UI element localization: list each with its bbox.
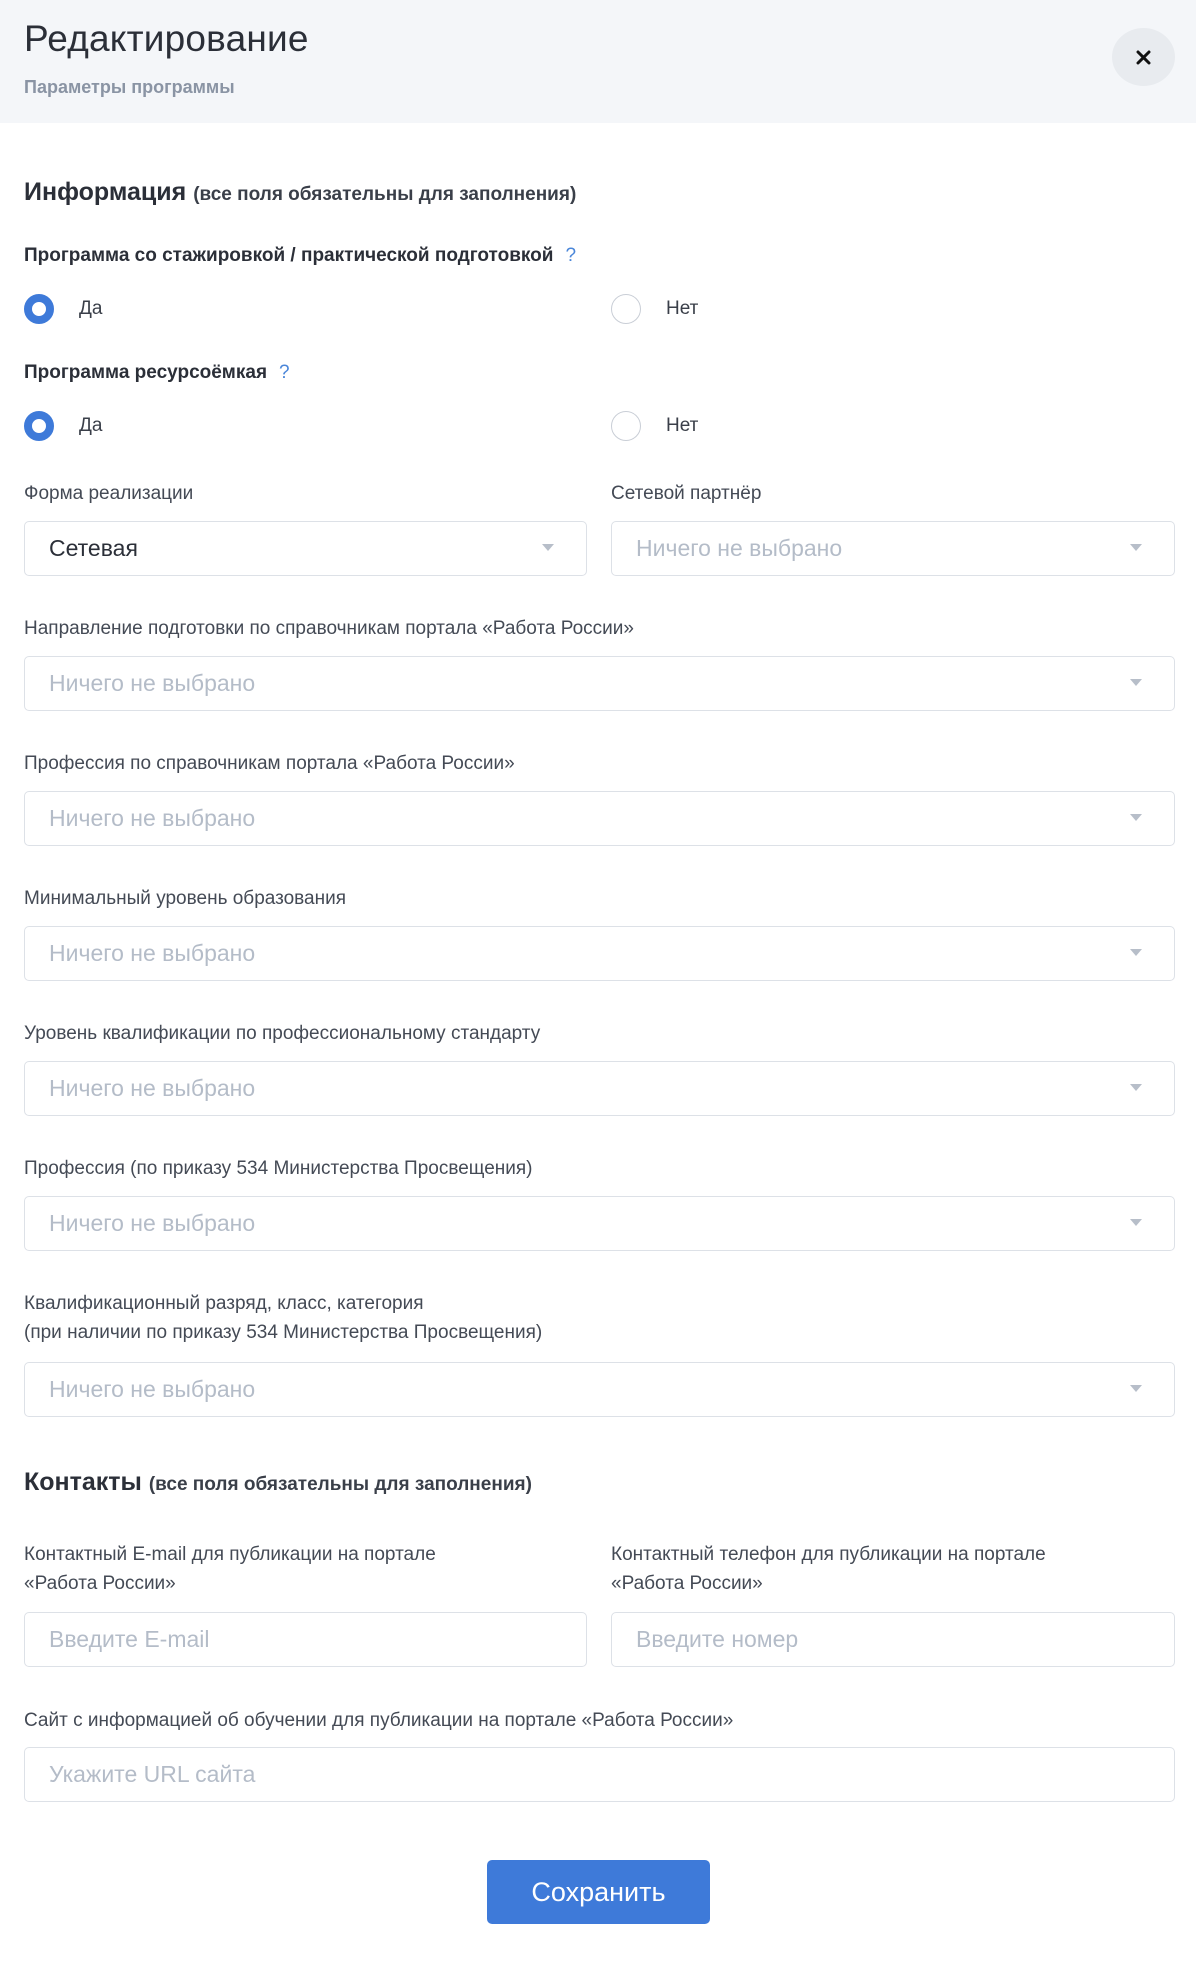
email-label-line1: Контактный E-mail для публикации на порт… bbox=[24, 1544, 436, 1565]
info-section-title: Информация (все поля обязательны для зап… bbox=[24, 178, 576, 207]
site-url-field-placeholder: Укажите URL сайта bbox=[49, 1761, 256, 1787]
form-select-value: Сетевая bbox=[49, 535, 138, 561]
chevron-down-icon bbox=[1130, 814, 1142, 821]
radio-unchecked-icon bbox=[611, 294, 641, 324]
modal-header: Редактирование Параметры программы bbox=[0, 0, 1196, 123]
partner-select[interactable]: Ничего не выбрано bbox=[611, 521, 1175, 576]
phone-label: Контактный телефон для публикации на пор… bbox=[611, 1540, 1046, 1598]
profession-label: Профессия по справочникам портала «Работ… bbox=[24, 753, 515, 774]
email-label-line2: «Работа России» bbox=[24, 1573, 176, 1594]
resource-radio-no[interactable]: Нет bbox=[611, 411, 698, 441]
phone-label-line1: Контактный телефон для публикации на пор… bbox=[611, 1544, 1046, 1565]
modal-title: Редактирование bbox=[24, 18, 309, 59]
site-url-field[interactable]: Укажите URL сайта bbox=[24, 1747, 1175, 1802]
internship-question: Программа со стажировкой / практической … bbox=[24, 245, 576, 267]
internship-question-label: Программа со стажировкой / практической … bbox=[24, 245, 554, 266]
contacts-section-heading: Контакты bbox=[24, 1468, 142, 1496]
grade-select-placeholder: Ничего не выбрано bbox=[49, 1376, 256, 1402]
qualification-select[interactable]: Ничего не выбрано bbox=[24, 1061, 1175, 1116]
chevron-down-icon bbox=[1130, 1385, 1142, 1392]
radio-checked-icon bbox=[24, 294, 54, 324]
direction-select[interactable]: Ничего не выбрано bbox=[24, 656, 1175, 711]
qualification-select-placeholder: Ничего не выбрано bbox=[49, 1075, 256, 1101]
phone-field-placeholder: Введите номер bbox=[636, 1626, 799, 1652]
phone-label-line2: «Работа России» bbox=[611, 1573, 763, 1594]
internship-radio-no[interactable]: Нет bbox=[611, 294, 698, 324]
profession-select-placeholder: Ничего не выбрано bbox=[49, 805, 256, 831]
profession-select[interactable]: Ничего не выбрано bbox=[24, 791, 1175, 846]
partner-select-placeholder: Ничего не выбрано bbox=[636, 535, 843, 561]
profession534-select-placeholder: Ничего не выбрано bbox=[49, 1210, 256, 1236]
chevron-down-icon bbox=[1130, 1219, 1142, 1226]
info-section-note: (все поля обязательны для заполнения) bbox=[193, 184, 577, 205]
resource-radio-yes-label: Да bbox=[79, 415, 103, 436]
grade-label-line2: (при наличии по приказу 534 Министерства… bbox=[24, 1322, 543, 1343]
education-select[interactable]: Ничего не выбрано bbox=[24, 926, 1175, 981]
internship-radio-yes[interactable]: Да bbox=[24, 294, 102, 324]
email-field[interactable]: Введите E-mail bbox=[24, 1612, 587, 1667]
phone-field[interactable]: Введите номер bbox=[611, 1612, 1175, 1667]
direction-label: Направление подготовки по справочникам п… bbox=[24, 618, 634, 639]
grade-label-line1: Квалификационный разряд, класс, категори… bbox=[24, 1293, 424, 1314]
grade-label: Квалификационный разряд, класс, категори… bbox=[24, 1289, 542, 1347]
profession534-select[interactable]: Ничего не выбрано bbox=[24, 1196, 1175, 1251]
form-label: Форма реализации bbox=[24, 483, 194, 504]
partner-label: Сетевой партнёр bbox=[611, 483, 762, 504]
chevron-down-icon bbox=[542, 544, 554, 551]
internship-help-icon[interactable]: ? bbox=[565, 245, 576, 266]
site-label: Сайт с информацией об обучении для публи… bbox=[24, 1710, 734, 1731]
profession534-label: Профессия (по приказу 534 Министерства П… bbox=[24, 1158, 533, 1179]
resource-help-icon[interactable]: ? bbox=[279, 362, 290, 383]
close-icon bbox=[1136, 50, 1151, 64]
chevron-down-icon bbox=[1130, 1084, 1142, 1091]
radio-checked-icon bbox=[24, 411, 54, 441]
radio-unchecked-icon bbox=[611, 411, 641, 441]
resource-question: Программа ресурсоёмкая? bbox=[24, 362, 290, 384]
email-label: Контактный E-mail для публикации на порт… bbox=[24, 1540, 436, 1598]
resource-question-label: Программа ресурсоёмкая bbox=[24, 362, 268, 383]
contacts-section-title: Контакты (все поля обязательны для запол… bbox=[24, 1468, 532, 1497]
chevron-down-icon bbox=[1130, 679, 1142, 686]
grade-select[interactable]: Ничего не выбрано bbox=[24, 1362, 1175, 1417]
resource-radio-yes[interactable]: Да bbox=[24, 411, 102, 441]
education-select-placeholder: Ничего не выбрано bbox=[49, 940, 256, 966]
chevron-down-icon bbox=[1130, 949, 1142, 956]
info-section-heading: Информация bbox=[24, 178, 187, 206]
email-field-placeholder: Введите E-mail bbox=[49, 1626, 210, 1652]
internship-radio-yes-label: Да bbox=[79, 298, 103, 319]
internship-radio-no-label: Нет bbox=[666, 298, 699, 319]
save-button[interactable]: Сохранить bbox=[487, 1860, 710, 1924]
modal-subtitle: Параметры программы bbox=[24, 77, 235, 97]
contacts-section-note: (все поля обязательны для заполнения) bbox=[148, 1474, 532, 1495]
close-button[interactable] bbox=[1112, 28, 1175, 86]
education-label: Минимальный уровень образования bbox=[24, 888, 347, 909]
qualification-label: Уровень квалификации по профессиональном… bbox=[24, 1023, 541, 1044]
chevron-down-icon bbox=[1130, 544, 1142, 551]
direction-select-placeholder: Ничего не выбрано bbox=[49, 670, 256, 696]
form-select[interactable]: Сетевая bbox=[24, 521, 587, 576]
resource-radio-no-label: Нет bbox=[666, 415, 699, 436]
